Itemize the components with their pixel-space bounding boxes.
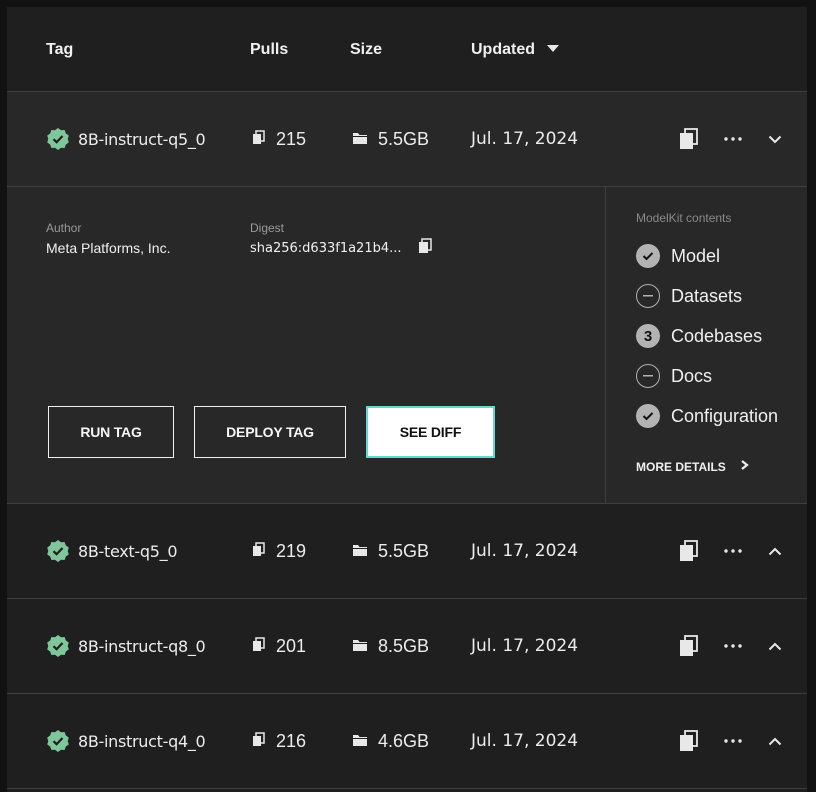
tag-cell: 8B-instruct-q5_0: [46, 92, 206, 186]
pulls-icon: [252, 541, 266, 562]
deploy-tag-button[interactable]: DEPLOY TAG: [194, 406, 346, 458]
tag-cell: 8B-text-q5_0: [46, 504, 178, 598]
copy-icon[interactable]: [677, 730, 701, 752]
folder-icon: [352, 731, 368, 752]
pulls-icon: [252, 129, 266, 150]
see-diff-button[interactable]: SEE DIFF: [366, 406, 495, 458]
copy-icon[interactable]: [677, 635, 701, 657]
pulls-cell: 201: [252, 599, 306, 693]
more-details-label: MORE DETAILS: [636, 459, 726, 474]
pulls-icon: [252, 636, 266, 657]
tag-name[interactable]: 8B-text-q5_0: [78, 542, 178, 561]
count-circle-icon: 3: [636, 324, 660, 348]
copy-digest-icon[interactable]: [418, 238, 432, 259]
size-cell: 8.5GB: [352, 599, 429, 693]
chevron-up-icon[interactable]: [765, 642, 785, 651]
copy-icon[interactable]: [677, 128, 701, 150]
chevron-up-icon[interactable]: [765, 547, 785, 556]
folder-icon: [352, 636, 368, 657]
pulls-cell: 216: [252, 694, 306, 788]
updated-date: Jul. 17, 2024: [471, 541, 579, 561]
pulls-cell: 215: [252, 92, 306, 186]
table-row[interactable]: 8B-instruct-q8_0 201 8.5GB Jul. 17, 2024: [7, 599, 807, 694]
row-actions: [677, 504, 785, 598]
digest-label: Digest: [250, 221, 285, 235]
column-header-pulls[interactable]: Pulls: [250, 41, 288, 59]
pulls-count: 216: [276, 730, 307, 751]
folder-icon: [352, 129, 368, 150]
modelkit-item: Docs: [636, 364, 712, 388]
row-actions: [677, 92, 785, 186]
copy-icon[interactable]: [677, 540, 701, 562]
verified-badge-icon: [46, 634, 70, 658]
verified-badge-icon: [46, 127, 70, 151]
column-header-updated-label: Updated: [471, 41, 535, 58]
digest-value: sha256:d633f1a21b4...: [250, 241, 402, 256]
sort-descending-icon[interactable]: [547, 45, 559, 52]
modelkit-item-label: Codebases: [671, 325, 763, 346]
more-options-icon[interactable]: [721, 137, 745, 141]
size-value: 5.5GB: [378, 128, 430, 149]
pulls-count: 215: [276, 128, 307, 149]
column-header-size[interactable]: Size: [350, 41, 382, 59]
column-header-updated[interactable]: Updated: [471, 41, 559, 59]
more-details-link[interactable]: MORE DETAILS: [636, 459, 750, 474]
author-value: Meta Platforms, Inc.: [46, 240, 171, 256]
pulls-cell: 219: [252, 504, 306, 598]
chevron-up-icon[interactable]: [765, 737, 785, 746]
modelkit-item-label: Model: [671, 245, 721, 266]
details-divider: [605, 187, 606, 503]
modelkit-item: Configuration: [636, 404, 778, 428]
tag-cell: 8B-instruct-q8_0: [46, 599, 206, 693]
check-circle-icon: [636, 244, 660, 268]
table-row[interactable]: 8B-instruct-q5_0 215 5.5GB Jul. 17, 2024: [7, 92, 807, 187]
size-value: 5.5GB: [378, 540, 430, 561]
verified-badge-icon: [46, 729, 70, 753]
table-row[interactable]: 8B-text-q5_0 219 5.5GB Jul. 17, 2024: [7, 504, 807, 599]
check-circle-icon: [636, 404, 660, 428]
tag-details-panel: Author Meta Platforms, Inc. Digest sha25…: [7, 187, 807, 504]
size-cell: 5.5GB: [352, 504, 429, 598]
more-options-icon[interactable]: [721, 644, 745, 648]
modelkit-item-label: Configuration: [671, 405, 779, 426]
row-actions: [677, 599, 785, 693]
tag-name[interactable]: 8B-instruct-q4_0: [78, 732, 206, 751]
updated-date: Jul. 17, 2024: [471, 636, 579, 656]
tag-cell: 8B-instruct-q4_0: [46, 694, 206, 788]
updated-date: Jul. 17, 2024: [471, 731, 579, 751]
folder-icon: [352, 541, 368, 562]
size-cell: 5.5GB: [352, 92, 429, 186]
more-options-icon[interactable]: [721, 739, 745, 743]
run-tag-button[interactable]: RUN TAG: [48, 406, 174, 458]
modelkit-contents-title: ModelKit contents: [636, 211, 732, 225]
author-label: Author: [46, 221, 82, 235]
pulls-icon: [252, 731, 266, 752]
more-options-icon[interactable]: [721, 549, 745, 553]
verified-badge-icon: [46, 539, 70, 563]
column-header-tag[interactable]: Tag: [46, 41, 73, 59]
size-value: 8.5GB: [378, 635, 430, 656]
size-cell: 4.6GB: [352, 694, 429, 788]
pulls-count: 219: [276, 540, 307, 561]
modelkit-item: Datasets: [636, 284, 742, 308]
table-row[interactable]: 8B-instruct-q4_0 216 4.6GB Jul. 17, 2024: [7, 694, 807, 789]
minus-circle-icon: [636, 284, 660, 308]
modelkit-item-label: Datasets: [671, 285, 743, 306]
row-actions: [677, 694, 785, 788]
tag-name[interactable]: 8B-instruct-q5_0: [78, 130, 206, 149]
tags-table: Tag Pulls Size Updated 8B-instruct-q5_0 …: [7, 7, 807, 792]
modelkit-item: Model: [636, 244, 720, 268]
modelkit-item: 3 Codebases: [636, 324, 762, 348]
pulls-count: 201: [276, 635, 307, 656]
size-value: 4.6GB: [378, 730, 430, 751]
chevron-right-icon: [740, 459, 750, 474]
updated-date: Jul. 17, 2024: [471, 129, 579, 149]
modelkit-item-label: Docs: [671, 365, 713, 386]
table-header: Tag Pulls Size Updated: [7, 7, 807, 92]
chevron-down-icon[interactable]: [765, 135, 785, 144]
minus-circle-icon: [636, 364, 660, 388]
tag-name[interactable]: 8B-instruct-q8_0: [78, 637, 206, 656]
